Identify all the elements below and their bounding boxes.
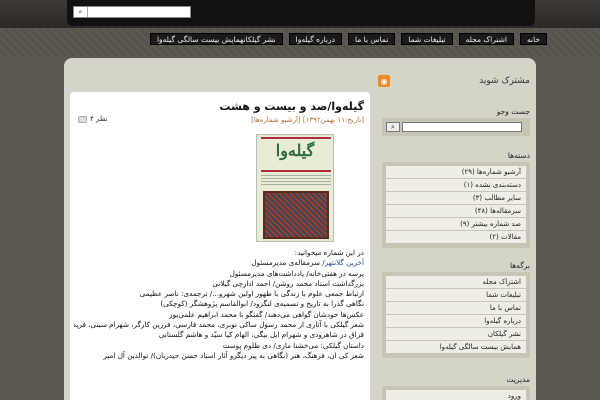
body-line: پرسه در هفتی‌خانه/ یادداشت‌های مدیرمسئول [74, 269, 364, 279]
cover-stripe [261, 170, 331, 172]
admin-title: مدیریت [506, 375, 530, 384]
nav-item[interactable]: درباره گیله‌وا [288, 33, 342, 45]
body-text-span: ارتباط جمعی علوم با زندگی با ظهور اولین … [139, 289, 364, 299]
nav-item[interactable]: اشتراک مجله [458, 33, 514, 45]
subscribe-label[interactable]: مشترک شوید [479, 76, 530, 86]
category-link[interactable]: دسته‌بندی نشده (۱) [386, 179, 526, 192]
page-link[interactable]: همایش بیست سالگی گیله‌وا [386, 341, 526, 354]
search-icon[interactable]: ⌕ [74, 7, 88, 17]
body-line: شعر کی ان، فرهنگ، هنر (نگاهی به پیر دیگر… [74, 351, 364, 361]
page-link[interactable]: درباره گیله‌وا [386, 315, 526, 328]
nav-item[interactable]: نشر گیلکانهمایش بیست سالگی گیله‌وا [149, 33, 283, 45]
category-link[interactable]: سایر مطالب (۳) [386, 192, 526, 205]
body-text-span: پرسه در هفتی‌خانه/ یادداشت‌های مدیرمسئول [229, 268, 364, 278]
body-text-span: / سرمقاله‌ی مدیرمسئول [251, 258, 325, 268]
search-widget: جست وجو ⌕ [382, 106, 530, 136]
sidebar: ◉ مشترک شوید جست وجو ⌕ دسته‌ها آرشیو شما… [378, 68, 530, 400]
main-nav: نشر گیلکانهمایش بیست سالگی گیله‌وا درباره… [149, 33, 547, 45]
category-link[interactable]: آرشیو شماره‌ها (۲۹) [386, 166, 526, 179]
pages-widget: برگه‌ها اشتراک مجله تبلیغات شما تماس با ما… [382, 260, 530, 358]
categories-title: دسته‌ها [507, 151, 530, 160]
post-meta: [تاریخ:۱۱ بهمن۱۳۹۲] [آرشیو شماره‌ها] [251, 116, 364, 124]
body-text-span: شعر کی ان، فرهنگ، هنر (نگاهی به پیر دیگر… [103, 350, 364, 360]
body-line: عکس‌ها خودشان گواهی می‌دهند/ گفتگو با مح… [74, 310, 364, 320]
body-text-span: در این شماره میخوانید: [294, 248, 364, 257]
body-line: شعر گیلکی با آثاری از محمد رسول ساکی نوب… [74, 320, 364, 330]
search-icon[interactable]: ⌕ [386, 122, 400, 132]
comment-icon [78, 115, 87, 123]
rss-icon[interactable]: ◉ [378, 75, 390, 87]
cover-stripe [261, 137, 331, 139]
nav-item[interactable]: تبلیغات شما [401, 33, 453, 45]
body-line: نگاهی گذرا به تاریخ و تسمیه‌ی لنگرود/ اب… [74, 299, 364, 309]
pages-title: برگه‌ها [509, 261, 530, 270]
search-widget-title: جست وجو [496, 107, 530, 116]
body-text-span: بزرگداشت استاد محمد روشن/ احمد ادارچی گی… [212, 278, 364, 288]
post: گیله‌وا/صد و بیست و هشت [تاریخ:۱۱ بهمن۱۳… [70, 92, 370, 400]
category-link[interactable]: مقالات (۲) [386, 231, 526, 244]
magazine-cover: گیله‌وا [256, 134, 334, 242]
body-line: ارتباط جمعی علوم با زندگی با ظهور اولین … [74, 289, 364, 299]
nav-item[interactable]: تماس با ما [347, 33, 396, 45]
header-search[interactable]: ⌕ [73, 6, 191, 18]
page-link[interactable]: نشر گیلکان [386, 328, 526, 341]
body-line: قزاق در شاهرودی و شهرام ایل بیگی، الهام … [74, 330, 364, 340]
body-line: داستان گیلکی: می‌خشنا ماری/ دی ظلوم پوست [74, 341, 364, 351]
body-text-span: شعر گیلکی با آثاری از محمد رسول ساکی نوب… [74, 320, 364, 330]
body-text-span: عکس‌ها خودشان گواهی می‌دهند/ گفتگو با مح… [169, 309, 364, 319]
category-link[interactable]: سرمقاله‌ها (۴۸) [386, 205, 526, 218]
page-link[interactable]: اشتراک مجله [386, 276, 526, 289]
page-link[interactable]: تماس با ما [386, 302, 526, 315]
post-title[interactable]: گیله‌وا/صد و بیست و هشت [219, 100, 364, 113]
body-line: بزرگداشت استاد محمد روشن/ احمد ادارچی گی… [74, 279, 364, 289]
search-input[interactable] [402, 122, 522, 132]
cover-logo: گیله‌وا [275, 141, 315, 160]
nav-item[interactable]: خانه [519, 33, 547, 45]
body-text-span: قزاق در شاهرودی و شهرام ایل بیگی، الهام … [158, 330, 364, 340]
page-link[interactable]: تبلیغات شما [386, 289, 526, 302]
cover-carpet-image [263, 191, 329, 239]
body-text-span: نگاهی گذرا به تاریخ و تسمیه‌ی لنگرود/ اب… [160, 299, 364, 309]
admin-widget: مدیریت ورود [382, 374, 530, 400]
cover-text-lines [261, 175, 331, 187]
comments-count: ۴ نظر [90, 115, 108, 123]
body-line: در این شماره میخوانید: [74, 248, 364, 258]
body-text-span: داستان گیلکی: می‌خشنا ماری/ دی ظلوم پوست [222, 340, 364, 350]
categories-widget: دسته‌ها آرشیو شماره‌ها (۲۹) دسته‌بندی نشد… [382, 150, 530, 248]
body-line: آخرین گلانتهر/ سرمقاله‌ی مدیرمسئول [74, 258, 364, 268]
post-body: در این شماره میخوانید: آخرین گلانتهر/ سرم… [74, 248, 364, 361]
category-link[interactable]: صد شماره بیشتر (۹) [386, 218, 526, 231]
body-link[interactable]: آخرین گلانتهر [325, 258, 364, 267]
comments-link[interactable]: ۴ نظر [78, 115, 108, 123]
admin-link[interactable]: ورود [386, 390, 526, 400]
subscribe-row[interactable]: ◉ مشترک شوید [378, 74, 530, 88]
